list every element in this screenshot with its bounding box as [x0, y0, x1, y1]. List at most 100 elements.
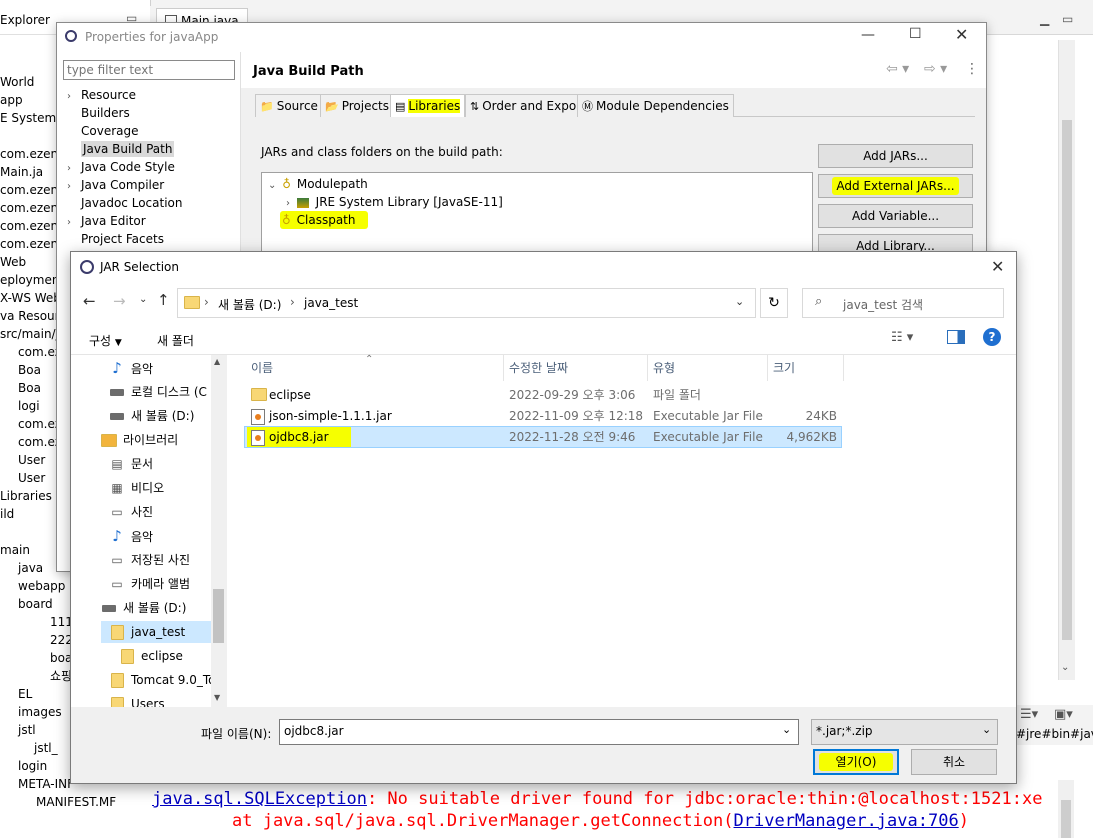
nav-item-drive[interactable]: 로컬 디스크 (C [109, 381, 207, 403]
properties-nav-item[interactable]: Project Facets [67, 230, 164, 248]
back-icon[interactable]: ⇦ ▾ [886, 61, 909, 77]
console-menu-icon[interactable]: ☰▾ [1020, 707, 1038, 722]
chevron-down-icon[interactable]: ⌄ [982, 723, 991, 736]
stack-link[interactable]: DriverManager.java:706 [734, 811, 959, 831]
explorer-tree-item[interactable]: java [18, 559, 43, 577]
explorer-tree-item[interactable]: com.ezen [0, 199, 58, 217]
up-arrow-icon[interactable]: ↑ [157, 291, 170, 309]
explorer-tree-item[interactable]: com.ezen [0, 181, 58, 199]
file-type-select[interactable]: *.jar;*.zip ⌄ [811, 719, 998, 745]
nav-item-folder[interactable]: Users [109, 693, 165, 707]
file-row[interactable]: eclipse 2022-09-29 오후 3:06 파일 폴더 [245, 385, 841, 405]
explorer-tree-item[interactable]: webapp [18, 577, 65, 595]
tab-source[interactable]: 📁 Source [255, 94, 323, 117]
explorer-tree-item[interactable]: com.ez [18, 433, 61, 451]
column-date[interactable]: 수정한 날짜 [503, 355, 648, 381]
chevron-down-icon[interactable]: ⌄ [1061, 662, 1069, 673]
nav-scrollbar[interactable]: ▲ ▼ [211, 355, 226, 707]
explorer-tree-item[interactable]: jstl_ [34, 739, 58, 757]
scroll-up-icon[interactable]: ▲ [214, 357, 220, 366]
explorer-tree-item[interactable]: main [0, 541, 30, 559]
explorer-tree-item[interactable]: com.ez [18, 415, 61, 433]
search-box[interactable]: ⌕ java_test 검색 [802, 288, 1004, 318]
maximize-icon[interactable]: ☐ [909, 26, 922, 42]
file-row[interactable]: json-simple-1.1.1.jar 2022-11-09 오후 12:18… [245, 406, 841, 426]
explorer-tree-item[interactable]: eployment [0, 271, 64, 289]
exception-link[interactable]: java.sql.SQLException [152, 789, 367, 809]
nav-item-photo[interactable]: ▭ 사진 [109, 501, 153, 523]
minimize-icon[interactable]: ▁ [1040, 12, 1049, 26]
tab-libraries[interactable]: ▤ Libraries [390, 94, 466, 117]
organize-button[interactable]: 구성 ▼ [89, 332, 122, 349]
minimize-icon[interactable]: — [861, 27, 875, 43]
file-row[interactable]: ojdbc8.jar 2022-11-28 오전 9:46 Executable J… [244, 426, 842, 448]
chevron-down-icon[interactable]: ⌄ [139, 294, 147, 305]
scroll-down-icon[interactable]: ▼ [214, 693, 220, 702]
nav-item-folder[interactable]: Tomcat 9.0_To [109, 669, 211, 691]
address-bar[interactable]: › 새 볼륨 (D:) › java_test ⌄ [177, 288, 756, 318]
chevron-right-icon[interactable]: › [286, 198, 290, 209]
explorer-tree-item[interactable]: src/main/j [0, 325, 59, 343]
maximize-icon[interactable]: ▭ [1062, 12, 1073, 26]
explorer-tree-item[interactable]: ild [0, 505, 14, 523]
button-add-variable[interactable]: Add Variable... [818, 204, 973, 228]
tab-module-dependencies[interactable]: Ⓜ Module Dependencies [577, 94, 734, 117]
preview-pane-icon[interactable] [947, 330, 965, 344]
editor-scrollbar[interactable]: ⌄ [1058, 40, 1075, 680]
new-folder-button[interactable]: 새 폴더 [157, 332, 194, 349]
explorer-tree-item[interactable]: MANIFEST.MF [36, 793, 116, 811]
properties-nav-item[interactable]: Java Build Path [67, 140, 175, 158]
tree-item-jre[interactable]: › JRE System Library [JavaSE-11] [286, 193, 503, 211]
nav-item-photo[interactable]: ▭ 저장된 사진 [109, 549, 190, 571]
explorer-tree-item[interactable]: com.ezen [0, 217, 58, 235]
properties-nav-item[interactable]: Javadoc Location [67, 194, 182, 212]
explorer-tree-item[interactable]: X-WS Web [0, 289, 61, 307]
close-icon[interactable]: ✕ [991, 257, 1004, 276]
explorer-tree-item[interactable]: Boa [18, 379, 41, 397]
breadcrumb-drive[interactable]: 새 볼륨 (D:) [218, 296, 281, 313]
chevron-down-icon[interactable]: ⌄ [782, 723, 791, 736]
refresh-button[interactable]: ↻ [760, 288, 788, 318]
properties-nav-item[interactable]: › Java Compiler [67, 176, 164, 194]
explorer-tree-item[interactable]: META-INF [18, 775, 74, 793]
properties-nav-item[interactable]: › Resource [67, 86, 136, 104]
nav-item-music[interactable]: ♪ 음악 [109, 525, 153, 547]
scrollbar-thumb[interactable] [213, 589, 224, 643]
explorer-tree-item[interactable]: login [18, 757, 47, 775]
explorer-tree-item[interactable]: boa [50, 649, 72, 667]
help-icon[interactable]: ? [983, 328, 1001, 346]
tree-item-classpath[interactable]: ♁ Classpath [280, 211, 368, 229]
cancel-button[interactable]: 취소 [911, 749, 997, 775]
nav-item-video[interactable]: ▦ 비디오 [109, 477, 164, 499]
explorer-tree-item[interactable]: Main.ja [0, 163, 43, 181]
explorer-tree-item[interactable]: board [18, 595, 53, 613]
nav-item-drive[interactable]: 새 볼륨 (D:) [101, 597, 186, 619]
column-size[interactable]: 크기 [767, 355, 844, 381]
properties-nav-item[interactable]: Builders [67, 104, 130, 122]
breadcrumb-folder[interactable]: java_test [304, 296, 358, 310]
explorer-tree-item[interactable]: User [18, 451, 45, 469]
explorer-tree-item[interactable]: images [18, 703, 62, 721]
more-icon[interactable]: ⋮ [965, 61, 979, 77]
explorer-tree-item[interactable]: logi [18, 397, 40, 415]
chevron-down-icon[interactable]: ⌄ [735, 295, 744, 308]
properties-nav-item[interactable]: › Java Code Style [67, 158, 175, 176]
properties-nav-item[interactable]: › Java Editor [67, 212, 146, 230]
explorer-tree-item[interactable]: User [18, 469, 45, 487]
nav-item-drive[interactable]: 새 볼륨 (D:) [109, 405, 194, 427]
properties-nav-item[interactable]: Coverage [67, 122, 139, 140]
column-type[interactable]: 유형 [647, 355, 768, 381]
scrollbar-thumb[interactable] [1062, 120, 1072, 640]
explorer-tree-item[interactable]: Libraries [0, 487, 52, 505]
explorer-tree-item[interactable]: World [0, 73, 34, 91]
back-arrow-icon[interactable]: ← [83, 292, 96, 310]
button-add-external-jars[interactable]: Add External JARs... [818, 174, 973, 198]
tab-order-and-export[interactable]: ⇅ Order and Export [465, 94, 591, 117]
explorer-tree-item[interactable]: Web [0, 253, 26, 271]
explorer-tree-item[interactable]: com.ezen [0, 145, 58, 163]
nav-item-doc[interactable]: ▤ 문서 [109, 453, 153, 475]
nav-item-folder[interactable]: java_test [101, 621, 211, 643]
filename-input[interactable]: ojdbc8.jar ⌄ [279, 719, 799, 745]
explorer-tree-item[interactable]: com.ez [18, 343, 61, 361]
nav-item-music[interactable]: ♪ 음악 [109, 357, 153, 379]
